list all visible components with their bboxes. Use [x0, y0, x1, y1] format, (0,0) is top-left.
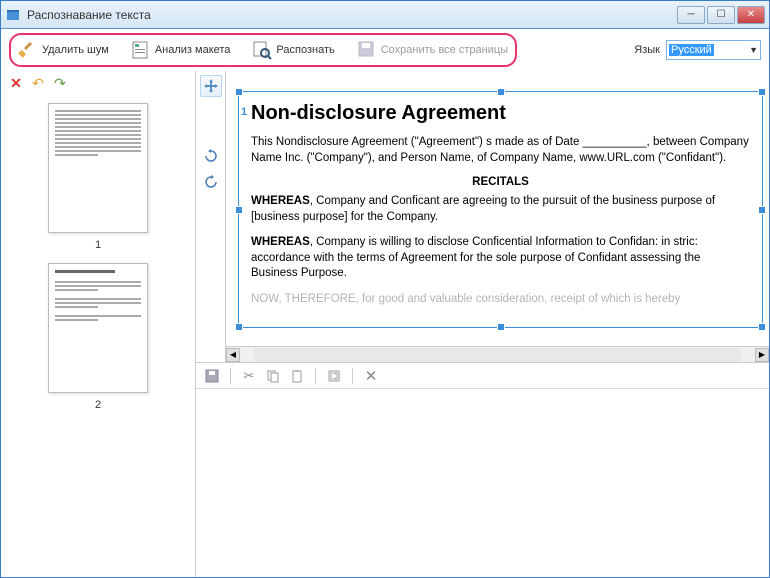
resize-handle[interactable]	[235, 88, 243, 96]
rotate-left-button[interactable]	[200, 145, 222, 167]
thumbnail-preview	[48, 103, 148, 233]
layout-icon	[131, 40, 151, 60]
content-area: 1 Non-disclosure Agreement This Nondiscl…	[196, 71, 769, 577]
recognize-button[interactable]: Распознать	[243, 35, 343, 65]
document-paragraph: NOW, THEREFORE, for good and valuable co…	[251, 292, 750, 308]
resize-handle[interactable]	[497, 88, 505, 96]
scroll-right-arrow[interactable]: ▶	[755, 348, 769, 362]
thumbnail-page-1[interactable]: 1	[9, 103, 187, 251]
scroll-left-arrow[interactable]: ◀	[226, 348, 240, 362]
horizontal-scrollbar[interactable]: ◀ ▶	[226, 346, 769, 362]
redo-icon[interactable]: ↷	[51, 74, 69, 92]
window-buttons: ─ ☐ ✕	[675, 6, 765, 24]
divider	[352, 368, 353, 384]
move-tool-button[interactable]	[200, 75, 222, 97]
titlebar-text: Распознавание текста	[27, 8, 675, 22]
document-paragraph: WHEREAS, Company is willing to disclose …	[251, 235, 750, 282]
analyze-layout-button[interactable]: Анализ макета	[122, 35, 240, 65]
bottom-panel-toolbar: ✂ ✕	[196, 363, 769, 389]
delete-x-icon[interactable]: ✕	[361, 366, 381, 386]
save-all-button: Сохранить все страницы	[348, 35, 517, 65]
maximize-button[interactable]: ☐	[707, 6, 735, 24]
thumbnail-number: 2	[9, 399, 187, 411]
close-button[interactable]: ✕	[737, 6, 765, 24]
divider	[315, 368, 316, 384]
undo-icon[interactable]: ↶	[29, 74, 47, 92]
remove-noise-button[interactable]: Удалить шум	[9, 35, 118, 65]
document-view[interactable]: 1 Non-disclosure Agreement This Nondiscl…	[226, 71, 769, 346]
main-toolbar: Удалить шум Анализ макета Распознать Сох…	[1, 29, 769, 71]
thumbnail-preview	[48, 263, 148, 393]
minimize-button[interactable]: ─	[677, 6, 705, 24]
document-tools	[196, 71, 226, 362]
resize-handle[interactable]	[235, 323, 243, 331]
sidebar: ✕ ↶ ↷ 1 2	[1, 71, 196, 577]
broom-icon	[18, 40, 38, 60]
main-area: ✕ ↶ ↷ 1 2	[1, 71, 769, 577]
recitals-heading: RECITALS	[251, 176, 750, 188]
resize-handle[interactable]	[497, 323, 505, 331]
save-icon[interactable]	[202, 366, 222, 386]
sidebar-toolbar: ✕ ↶ ↷	[1, 71, 195, 95]
resize-handle[interactable]	[758, 206, 766, 214]
resize-handle[interactable]	[758, 323, 766, 331]
language-section: Язык Русский ▼	[634, 40, 761, 60]
selection-region[interactable]: 1 Non-disclosure Agreement This Nondiscl…	[238, 91, 763, 328]
delete-icon[interactable]: ✕	[7, 74, 25, 92]
rotate-right-button[interactable]	[200, 171, 222, 193]
bottom-panel: ✂ ✕	[196, 362, 769, 577]
document-paragraph: This Nondisclosure Agreement ("Agreement…	[251, 135, 750, 166]
region-number: 1	[241, 106, 247, 118]
paste-icon[interactable]	[287, 366, 307, 386]
titlebar: Распознавание текста ─ ☐ ✕	[1, 1, 769, 29]
app-icon	[5, 7, 21, 23]
document-row: 1 Non-disclosure Agreement This Nondiscl…	[196, 71, 769, 362]
language-select[interactable]: Русский ▼	[666, 40, 761, 60]
magnify-icon	[252, 40, 272, 60]
save-icon	[357, 40, 377, 60]
scroll-track[interactable]	[254, 348, 741, 362]
divider	[230, 368, 231, 384]
thumbnail-list: 1 2	[1, 95, 195, 577]
thumbnail-page-2[interactable]: 2	[9, 263, 187, 411]
thumbnail-number: 1	[9, 239, 187, 251]
cut-icon[interactable]: ✂	[239, 366, 259, 386]
document-title: 1 Non-disclosure Agreement	[251, 102, 750, 125]
document-paragraph: WHEREAS, Company and Conficant are agree…	[251, 194, 750, 225]
play-icon[interactable]	[324, 366, 344, 386]
resize-handle[interactable]	[235, 206, 243, 214]
copy-icon[interactable]	[263, 366, 283, 386]
chevron-down-icon: ▼	[749, 45, 758, 55]
bottom-panel-content	[196, 389, 769, 577]
language-label: Язык	[634, 44, 660, 56]
resize-handle[interactable]	[758, 88, 766, 96]
